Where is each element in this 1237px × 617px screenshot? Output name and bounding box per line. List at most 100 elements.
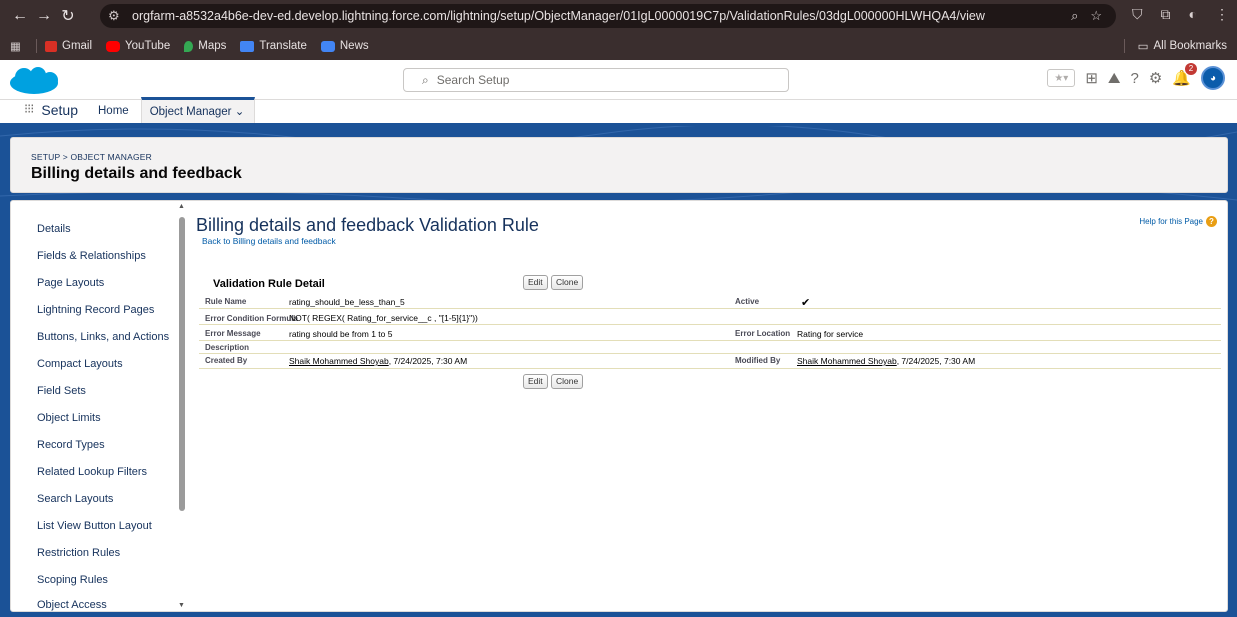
apps-grid-icon[interactable]: ▦ bbox=[10, 39, 28, 53]
detail-row-rule-name: Rule Name rating_should_be_less_than_5 A… bbox=[199, 295, 1221, 309]
search-setup-input[interactable]: ⌕ Search Setup bbox=[403, 68, 789, 92]
bookmark-star-icon[interactable]: ☆ bbox=[1090, 8, 1102, 24]
help-for-page-link[interactable]: Help for this Page ? bbox=[1139, 216, 1217, 227]
app-launcher-waffle-icon[interactable]: ⁝⁝⁝ bbox=[24, 101, 34, 117]
modified-by-user-link[interactable]: Shaik Mohammed Shoyab bbox=[797, 356, 897, 366]
url-text[interactable]: orgfarm-a8532a4b6e-dev-ed.develop.lightn… bbox=[132, 9, 985, 23]
error-location-label: Error Location bbox=[735, 329, 791, 338]
sidebar-item-object-limits[interactable]: Object Limits bbox=[37, 412, 101, 424]
sidebar-item-list-view-button-layout[interactable]: List View Button Layout bbox=[37, 520, 152, 532]
salesforce-cloud-logo[interactable] bbox=[8, 66, 60, 96]
detail-row-formula: Error Condition Formula NOT( REGEX( Rati… bbox=[199, 311, 1221, 325]
profile-icon[interactable]: ◐ bbox=[1189, 6, 1197, 23]
main-card: Details Fields & Relationships Page Layo… bbox=[10, 200, 1228, 612]
chevron-down-icon[interactable]: ⌄ bbox=[235, 106, 245, 118]
sidebar-item-related-lookup-filters[interactable]: Related Lookup Filters bbox=[37, 466, 147, 478]
trailhead-icon[interactable]: ⛰ bbox=[1108, 70, 1121, 87]
zoom-icon[interactable]: ⌕ bbox=[1071, 8, 1078, 24]
created-by-user-link[interactable]: Shaik Mohammed Shoyab bbox=[289, 356, 389, 366]
sidebar-item-compact-layouts[interactable]: Compact Layouts bbox=[37, 358, 123, 370]
divider bbox=[1123, 39, 1125, 53]
active-checkmark-icon: ✔ bbox=[801, 297, 811, 309]
bookmark-maps[interactable]: Maps bbox=[184, 40, 226, 52]
global-create-icon[interactable]: ⊞ bbox=[1085, 69, 1098, 87]
bookmarks-bar: ▦ Gmail YouTube Maps Translate News ▭ Al… bbox=[0, 32, 1237, 60]
app-nav-bar: ⁝⁝⁝ Setup Home Object Manager ⌄ bbox=[0, 97, 1237, 126]
breadcrumb[interactable]: SETUP > OBJECT MANAGER bbox=[31, 152, 152, 162]
sidebar-item-details[interactable]: Details bbox=[37, 223, 71, 235]
sidebar-item-buttons-links-actions[interactable]: Buttons, Links, and Actions bbox=[37, 331, 169, 343]
formula-label: Error Condition Formula bbox=[205, 314, 298, 323]
help-question-icon[interactable]: ? bbox=[1131, 70, 1139, 87]
sidebar-item-lightning-record-pages[interactable]: Lightning Record Pages bbox=[37, 304, 154, 316]
translate-icon bbox=[240, 40, 255, 52]
rule-name-value: rating_should_be_less_than_5 bbox=[289, 297, 405, 307]
back-link[interactable]: Back to Billing details and feedback bbox=[202, 236, 336, 246]
error-message-label: Error Message bbox=[205, 329, 261, 338]
bookmark-gmail[interactable]: Gmail bbox=[45, 40, 92, 52]
sidebar-item-page-layouts[interactable]: Page Layouts bbox=[37, 277, 104, 289]
modified-by-label: Modified By bbox=[735, 356, 781, 365]
gmail-icon bbox=[45, 40, 57, 52]
active-label: Active bbox=[735, 297, 760, 306]
clone-button-bottom[interactable]: Clone bbox=[551, 374, 584, 389]
rule-name-label: Rule Name bbox=[205, 297, 247, 306]
sidebar-item-scoping-rules[interactable]: Scoping Rules bbox=[37, 574, 108, 586]
nav-tab-home[interactable]: Home bbox=[98, 105, 129, 117]
object-header: SETUP > OBJECT MANAGER Billing details a… bbox=[10, 137, 1228, 193]
search-icon: ⌕ bbox=[422, 72, 429, 87]
detail-row-error-message: Error Message rating should be from 1 to… bbox=[199, 327, 1221, 341]
sidebar-item-field-sets[interactable]: Field Sets bbox=[37, 385, 86, 397]
sidebar-item-search-layouts[interactable]: Search Layouts bbox=[37, 493, 113, 505]
site-info-icon[interactable]: ⚙ bbox=[108, 8, 126, 24]
error-message-value: rating should be from 1 to 5 bbox=[289, 329, 393, 339]
back-arrow-icon[interactable]: ← bbox=[8, 7, 32, 25]
help-question-icon: ? bbox=[1206, 216, 1217, 227]
bookmark-news[interactable]: News bbox=[320, 40, 369, 52]
bookmark-youtube[interactable]: YouTube bbox=[106, 40, 170, 52]
sidebar-scrollbar[interactable]: ▲ ▼ bbox=[177, 203, 187, 609]
shield-extension-icon[interactable]: ⛉ bbox=[1132, 6, 1143, 23]
setup-gear-icon[interactable]: ⚙ bbox=[1149, 69, 1162, 87]
extensions-puzzle-icon[interactable]: ⧉ bbox=[1161, 6, 1171, 23]
all-bookmarks[interactable]: ▭ All Bookmarks bbox=[1123, 39, 1227, 53]
global-header: ⌕ Search Setup ★▾ ⊞ ⛰ ? ⚙ 🔔 2 ◕ bbox=[0, 60, 1237, 100]
detail-row-description: Description bbox=[199, 343, 1221, 354]
sidebar-item-object-access[interactable]: Object Access bbox=[37, 599, 107, 611]
divider bbox=[36, 39, 37, 53]
object-sidebar: Details Fields & Relationships Page Layo… bbox=[11, 201, 187, 611]
nav-tab-object-manager[interactable]: Object Manager ⌄ bbox=[140, 97, 256, 123]
favorites-star-icon[interactable]: ★▾ bbox=[1047, 69, 1076, 87]
scroll-down-arrow-icon[interactable]: ▼ bbox=[178, 602, 185, 609]
modified-by-value: Shaik Mohammed Shoyab, 7/24/2025, 7:30 A… bbox=[797, 356, 976, 366]
address-bar[interactable]: ⚙ orgfarm-a8532a4b6e-dev-ed.develop.ligh… bbox=[100, 4, 1116, 28]
created-by-value: Shaik Mohammed Shoyab, 7/24/2025, 7:30 A… bbox=[289, 356, 468, 366]
menu-kebab-icon[interactable]: ⋮ bbox=[1215, 6, 1229, 23]
scrollbar-thumb[interactable] bbox=[179, 217, 185, 511]
created-by-label: Created By bbox=[205, 356, 248, 365]
sidebar-item-fields-relationships[interactable]: Fields & Relationships bbox=[37, 250, 146, 262]
folder-icon: ▭ bbox=[1137, 41, 1149, 53]
maps-pin-icon bbox=[184, 40, 194, 52]
scroll-up-arrow-icon[interactable]: ▲ bbox=[178, 203, 185, 210]
bookmark-translate[interactable]: Translate bbox=[240, 40, 307, 52]
section-title: Validation Rule Detail bbox=[213, 278, 325, 290]
validation-rule-content: Billing details and feedback Validation … bbox=[193, 201, 1227, 611]
user-avatar[interactable]: ◕ bbox=[1201, 66, 1225, 90]
error-location-value: Rating for service bbox=[797, 329, 864, 339]
sidebar-item-record-types[interactable]: Record Types bbox=[37, 439, 105, 451]
description-label: Description bbox=[205, 343, 250, 352]
youtube-icon bbox=[106, 40, 121, 52]
detail-row-created-modified: Created By Shaik Mohammed Shoyab, 7/24/2… bbox=[199, 355, 1221, 369]
edit-button[interactable]: Edit bbox=[523, 275, 548, 290]
formula-value: NOT( REGEX( Rating_for_service__c , "[1-… bbox=[289, 313, 478, 323]
forward-arrow-icon[interactable]: → bbox=[32, 7, 56, 25]
validation-rule-heading: Billing details and feedback Validation … bbox=[196, 215, 539, 235]
notification-badge: 2 bbox=[1185, 63, 1197, 75]
clone-button[interactable]: Clone bbox=[551, 275, 584, 290]
edit-button-bottom[interactable]: Edit bbox=[523, 374, 548, 389]
reload-icon[interactable]: ↻ bbox=[56, 6, 80, 26]
notifications-bell-icon[interactable]: 🔔 2 bbox=[1172, 63, 1197, 87]
app-name: Setup bbox=[41, 102, 78, 118]
sidebar-item-restriction-rules[interactable]: Restriction Rules bbox=[37, 547, 120, 559]
